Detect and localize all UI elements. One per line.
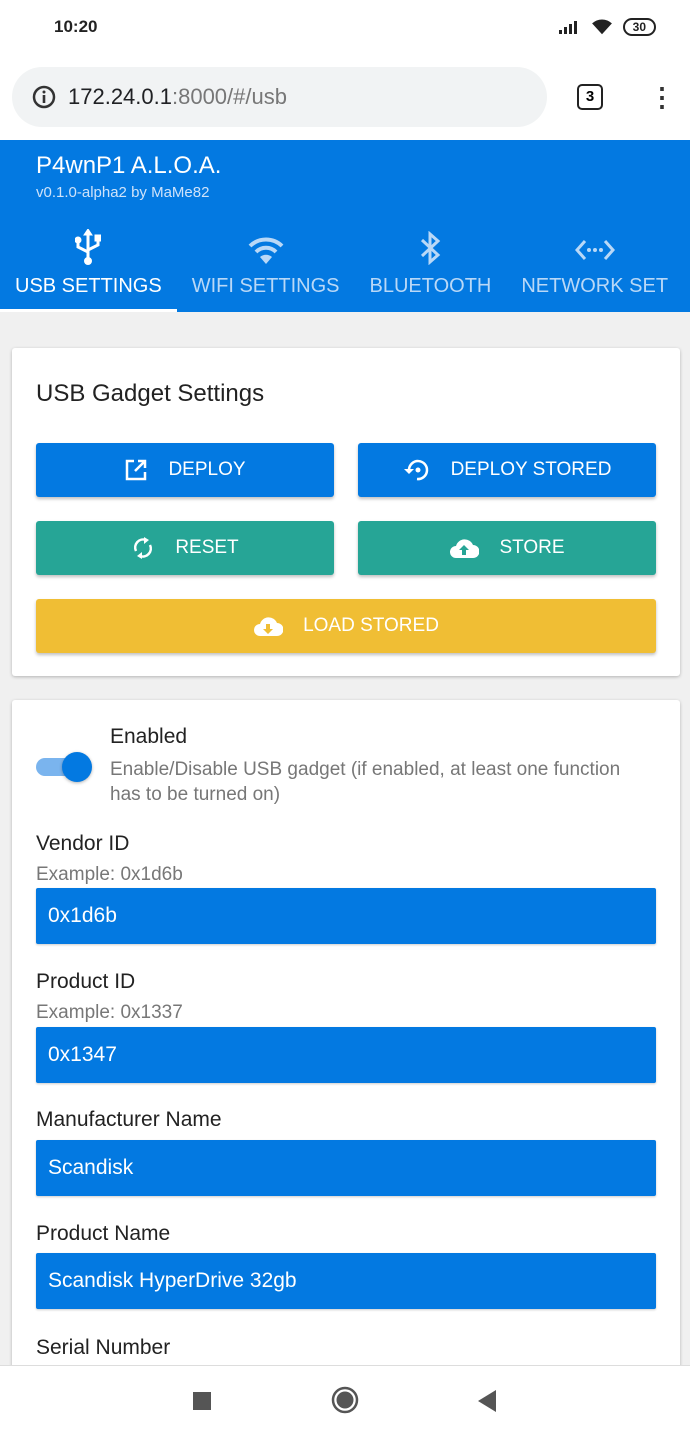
network-icon [574,240,615,260]
product-id-hint: Example: 0x1337 [36,1002,183,1023]
product-id-label: Product ID [36,970,136,993]
button-label: DEPLOY [168,459,246,480]
tab-bluetooth[interactable]: BLUETOOTH [354,226,506,312]
url-path: :8000/#/usb [171,84,287,109]
cloud-download-icon [254,617,284,636]
vendor-id-hint: Example: 0x1d6b [36,864,183,885]
tab-label: USB SETTINGS [15,275,162,297]
wifi-icon [248,237,283,264]
more-menu-icon[interactable]: ⋮ [649,82,675,113]
restore-icon [403,459,428,481]
deploy-stored-button[interactable]: DEPLOY STORED [358,443,656,497]
wifi-status-icon [591,19,612,35]
signal-icon [558,21,577,34]
product-name-label: Product Name [36,1222,171,1245]
tab-wifi-settings[interactable]: WIFI SETTINGS [177,226,355,312]
tab-network-settings[interactable]: NETWORK SET [506,226,683,312]
status-bar: 10:20 30 [0,0,690,54]
android-nav-bar [0,1365,690,1435]
tab-switcher-button[interactable]: 3 [577,84,603,110]
button-label: RESET [175,537,239,558]
app-title: P4wnP1 A.L.O.A. [36,152,222,179]
enabled-label: Enabled [110,725,188,748]
tab-label: NETWORK SET [521,275,669,297]
button-label: LOAD STORED [303,615,439,636]
enabled-toggle[interactable] [36,750,96,784]
button-label: STORE [499,537,565,558]
clock: 10:20 [54,17,98,36]
product-name-input[interactable]: Scandisk HyperDrive 32gb [36,1253,656,1309]
sync-icon [134,537,153,559]
browser-toolbar: 172.24.0.1:8000/#/usb 3 ⋮ [0,54,690,140]
battery-icon: 30 [622,18,656,36]
card-title: USB Gadget Settings [36,380,265,407]
tab-usb-settings[interactable]: USB SETTINGS [0,226,177,312]
usb-gadget-actions-card: USB Gadget Settings DEPLOY DEPLOY STORED… [12,348,680,676]
serial-number-label: Serial Number [36,1336,171,1359]
button-label: DEPLOY STORED [450,459,612,480]
url-host: 172.24.0.1 [68,84,172,109]
info-icon[interactable] [32,85,56,109]
load-stored-button[interactable]: LOAD STORED [36,599,656,653]
deploy-button[interactable]: DEPLOY [36,443,334,497]
vendor-id-input[interactable]: 0x1d6b [36,888,656,944]
product-id-input[interactable]: 0x1347 [36,1027,656,1083]
app-subtitle: v0.1.0-alpha2 by MaMe82 [36,184,210,201]
tab-bar: USB SETTINGS WIFI SETTINGS BLUETOOTH NET… [0,226,683,312]
recents-icon[interactable] [193,1392,211,1410]
tab-label: BLUETOOTH [369,275,492,297]
back-icon[interactable] [478,1390,496,1412]
home-icon[interactable] [331,1386,359,1414]
manufacturer-input[interactable]: Scandisk [36,1140,656,1196]
vendor-id-label: Vendor ID [36,832,130,855]
app-header: P4wnP1 A.L.O.A. v0.1.0-alpha2 by MaMe82 … [0,140,690,312]
cloud-upload-icon [450,539,480,558]
reset-button[interactable]: RESET [36,521,334,575]
tab-label: WIFI SETTINGS [191,275,340,297]
usb-icon [75,229,102,265]
open-in-new-icon [126,459,147,481]
address-bar[interactable]: 172.24.0.1:8000/#/usb [12,67,547,127]
usb-settings-form: Enabled Enable/Disable USB gadget (if en… [12,700,680,1400]
bluetooth-icon [421,231,441,265]
enabled-description: Enable/Disable USB gadget (if enabled, a… [110,759,621,805]
store-button[interactable]: STORE [358,521,656,575]
manufacturer-label: Manufacturer Name [36,1108,222,1131]
